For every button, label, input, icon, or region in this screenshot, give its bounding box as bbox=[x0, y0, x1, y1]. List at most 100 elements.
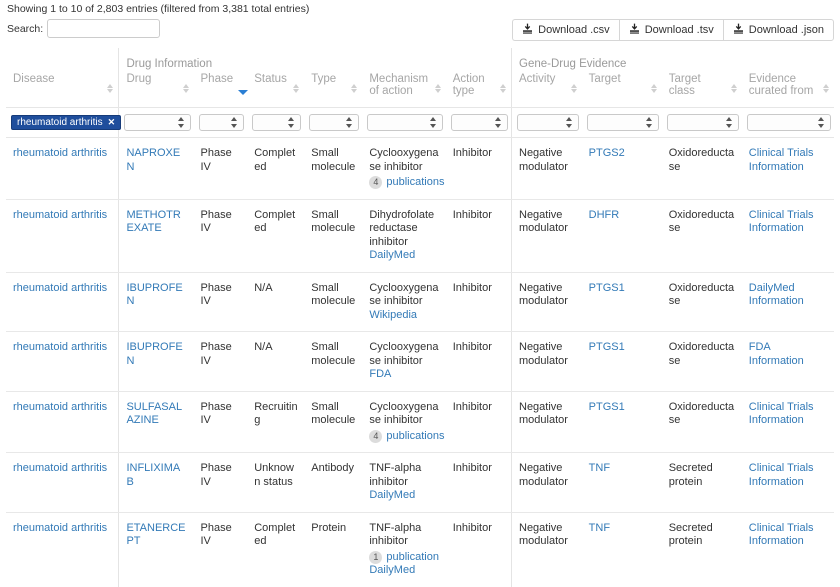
cell-disease: rheumatoid arthritis bbox=[6, 331, 119, 392]
sort-both-icon[interactable] bbox=[351, 84, 358, 93]
disease-link[interactable]: rheumatoid arthritis bbox=[13, 147, 107, 159]
evidence-link[interactable]: Clinical Trials Information bbox=[749, 209, 814, 235]
column-header-mechanism-of-action[interactable]: Mechanism of action bbox=[362, 72, 446, 108]
spinner-icon bbox=[177, 116, 185, 128]
filter-select-drug[interactable] bbox=[124, 113, 191, 131]
publications-link[interactable]: 1 publication bbox=[369, 551, 439, 565]
column-header-action-type[interactable]: Action type bbox=[445, 72, 512, 108]
target-link[interactable]: PTGS1 bbox=[589, 341, 625, 353]
target-link[interactable]: PTGS2 bbox=[589, 147, 625, 159]
drug-link[interactable]: INFLIXIMAB bbox=[126, 462, 180, 488]
evidence-link[interactable]: Clinical Trials Information bbox=[749, 401, 814, 427]
publications-label[interactable]: publications bbox=[386, 176, 444, 190]
target-link[interactable]: PTGS1 bbox=[589, 401, 625, 413]
evidence-link[interactable]: Clinical Trials Information bbox=[749, 462, 814, 488]
action-type-text: Inhibitor bbox=[452, 462, 492, 474]
download-tsv-button[interactable]: Download .tsv bbox=[618, 19, 723, 41]
moa-source-link[interactable]: DailyMed bbox=[369, 564, 439, 578]
target-link[interactable]: PTGS1 bbox=[589, 282, 625, 294]
publications-link[interactable]: 4 publications bbox=[369, 176, 444, 190]
cell-target: TNF bbox=[582, 512, 662, 587]
target-link[interactable]: DHFR bbox=[589, 209, 620, 221]
type-text: Small molecule bbox=[311, 281, 356, 308]
cell-action-type: Inhibitor bbox=[445, 272, 512, 332]
publications-label[interactable]: publications bbox=[386, 430, 444, 444]
download-csv-button[interactable]: Download .csv bbox=[512, 19, 619, 41]
download-button-group: Download .csv Download .tsv Download .json bbox=[512, 19, 834, 41]
drug-link[interactable]: IBUPROFEN bbox=[126, 341, 182, 367]
cell-activity: Negative modulator bbox=[510, 391, 582, 453]
column-header-disease[interactable]: Disease bbox=[6, 72, 119, 108]
sort-both-icon[interactable] bbox=[182, 84, 190, 93]
status-text: N/A bbox=[254, 281, 273, 294]
disease-link[interactable]: rheumatoid arthritis bbox=[13, 209, 107, 221]
column-header-target-class[interactable]: Target class bbox=[661, 72, 742, 108]
download-json-button[interactable]: Download .json bbox=[722, 19, 834, 41]
publications-label[interactable]: publication bbox=[386, 551, 439, 565]
drug-link[interactable]: ETANERCEPT bbox=[126, 522, 185, 548]
close-icon[interactable]: ✕ bbox=[108, 117, 116, 127]
disease-link[interactable]: rheumatoid arthritis bbox=[13, 462, 107, 474]
column-header-type[interactable]: Type bbox=[304, 72, 363, 108]
sort-both-icon[interactable] bbox=[434, 84, 442, 93]
phase-text: Phase IV bbox=[200, 521, 232, 548]
moa-source-link[interactable]: DailyMed bbox=[369, 249, 439, 263]
sort-both-icon[interactable] bbox=[823, 84, 830, 93]
filter-select-evidence-curated-from[interactable] bbox=[746, 113, 831, 131]
disease-link[interactable]: rheumatoid arthritis bbox=[13, 522, 107, 534]
filter-tag-disease[interactable]: rheumatoid arthritis ✕ bbox=[11, 114, 122, 130]
cell-drug: ETANERCEPT bbox=[118, 512, 194, 587]
disease-link[interactable]: rheumatoid arthritis bbox=[13, 282, 107, 294]
filter-select-target[interactable] bbox=[586, 113, 659, 131]
publications-link[interactable]: 4 publications bbox=[369, 430, 444, 444]
moa-source-link[interactable]: DailyMed bbox=[369, 489, 439, 503]
sort-both-icon[interactable] bbox=[293, 84, 300, 93]
drug-link[interactable]: METHOTREXATE bbox=[126, 209, 180, 235]
evidence-link[interactable]: FDA Information bbox=[749, 341, 804, 367]
table-body: rheumatoid arthritis NAPROXEN Phase IV Comp… bbox=[6, 137, 834, 587]
evidence-link[interactable]: Clinical Trials Information bbox=[749, 522, 814, 548]
column-header-phase[interactable]: Phase bbox=[193, 72, 249, 108]
disease-link[interactable]: rheumatoid arthritis bbox=[13, 341, 107, 353]
action-type-text: Inhibitor bbox=[452, 400, 492, 413]
column-header-drug[interactable]: Drug bbox=[118, 72, 194, 108]
evidence-link[interactable]: Clinical Trials Information bbox=[749, 147, 814, 173]
sort-both-icon[interactable] bbox=[730, 84, 738, 93]
sort-both-icon[interactable] bbox=[107, 84, 114, 93]
target-link[interactable]: TNF bbox=[589, 462, 610, 474]
cell-type: Protein bbox=[304, 512, 362, 587]
sort-both-icon[interactable] bbox=[650, 84, 658, 93]
evidence-link[interactable]: DailyMed Information bbox=[749, 282, 804, 308]
spinner-icon bbox=[346, 116, 353, 128]
drug-link[interactable]: NAPROXEN bbox=[126, 147, 180, 173]
filter-select-type[interactable] bbox=[309, 113, 360, 131]
column-header-activity[interactable]: Activity bbox=[510, 72, 582, 108]
moa-source-link[interactable]: FDA bbox=[369, 368, 439, 382]
target-link[interactable]: TNF bbox=[589, 522, 610, 534]
filter-select-activity[interactable] bbox=[517, 113, 579, 131]
cell-type: Small molecule bbox=[304, 272, 363, 332]
column-header-target[interactable]: Target bbox=[581, 72, 662, 108]
cell-phase: Phase IV bbox=[193, 272, 248, 332]
filter-select-phase[interactable] bbox=[198, 113, 245, 131]
cell-target: PTGS2 bbox=[581, 137, 662, 200]
filter-select-status[interactable] bbox=[252, 113, 302, 131]
action-type-text: Inhibitor bbox=[452, 521, 492, 534]
disease-link[interactable]: rheumatoid arthritis bbox=[13, 401, 107, 413]
column-header-status[interactable]: Status bbox=[247, 72, 305, 108]
drug-link[interactable]: IBUPROFEN bbox=[126, 282, 182, 308]
search-input[interactable] bbox=[47, 19, 161, 38]
sort-both-icon[interactable] bbox=[500, 84, 507, 93]
column-header-evidence-curated-from[interactable]: Evidence curated from bbox=[741, 72, 834, 108]
sort-both-icon[interactable] bbox=[570, 84, 578, 93]
filter-select-action-type[interactable] bbox=[450, 113, 508, 131]
filter-select-target-class[interactable] bbox=[666, 113, 739, 131]
cell-target: DHFR bbox=[581, 199, 662, 273]
drug-link[interactable]: SULFASALAZINE bbox=[126, 401, 182, 427]
sort-desc-icon[interactable] bbox=[238, 86, 249, 95]
filter-tag-label: rheumatoid arthritis bbox=[17, 116, 103, 128]
filter-select-mechanism-of-action[interactable] bbox=[367, 113, 443, 131]
moa-source-link[interactable]: Wikipedia bbox=[369, 309, 439, 323]
cell-evidence: Clinical Trials Information bbox=[741, 137, 834, 200]
target-class-text: Oxidoreductase bbox=[668, 400, 735, 427]
